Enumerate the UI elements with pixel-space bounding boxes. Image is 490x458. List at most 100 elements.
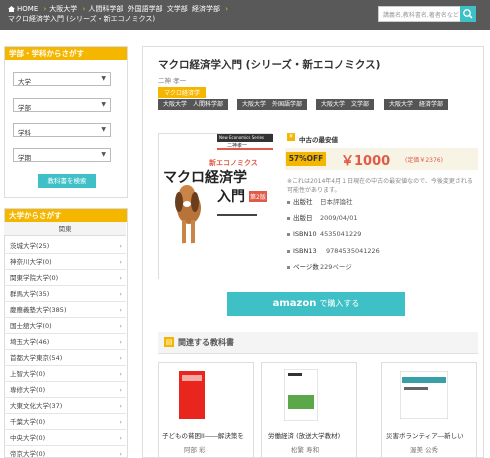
university-list-item[interactable]: 上智大学(0) ›: [4, 366, 126, 382]
spec-label: ISBN13: [293, 247, 317, 255]
university-name: 関東学院大学(0): [10, 274, 59, 282]
breadcrumb: HOME › 大阪大学 › 人間科学部 外国語学部 文学部 経済学部 › マクロ経済…: [8, 4, 368, 24]
university-list-item[interactable]: 中央大学(0) ›: [4, 430, 126, 446]
spec-label: 出版日: [293, 214, 313, 222]
university-name: 埼玉大学(46): [10, 338, 50, 346]
breadcrumb-faculty-3[interactable]: 文学部: [167, 5, 188, 13]
university-list-item[interactable]: 専修大学(0) ›: [4, 382, 126, 398]
price-note: ※これは2014年4月１日現在の中古の最安値なので、今後変更される可能性がありま…: [287, 178, 473, 194]
cheapest-label: 中古の最安値: [299, 136, 338, 144]
breadcrumb-faculty-1[interactable]: 人間科学部: [88, 5, 123, 13]
breadcrumb-faculty-4[interactable]: 経済学部: [192, 5, 220, 13]
filter-panel-title: 学部・学科からさがす: [5, 47, 127, 60]
breadcrumb-university[interactable]: 大阪大学: [49, 5, 77, 13]
university-list-item[interactable]: 慶應義塾大学(385) ›: [4, 302, 126, 318]
related-title: 関連する教科書: [178, 338, 234, 347]
university-list-item[interactable]: 千葉大学(0) ›: [4, 414, 126, 430]
breadcrumb-separator-icon: ›: [82, 5, 86, 13]
top-bar: HOME › 大阪大学 › 人間科学部 外国語学部 文学部 経済学部 › マクロ経済…: [0, 0, 490, 30]
price-icon: ¥: [287, 133, 295, 141]
course-tag[interactable]: 大阪大学 経済学部: [384, 99, 449, 110]
bullet-icon: [287, 201, 290, 204]
search-button[interactable]: [460, 6, 476, 22]
list-price: (定価￥2376): [405, 157, 443, 164]
chevron-right-icon: ›: [119, 274, 122, 282]
related-book-title[interactable]: 災害ボランティア―新しい: [386, 430, 464, 440]
spec-label: ページ数: [293, 263, 319, 271]
spec-value: 日本評論社: [320, 198, 353, 206]
university-list-item[interactable]: 群馬大学(35) ›: [4, 286, 126, 302]
university-select[interactable]: 大学 ▼: [13, 72, 111, 86]
bullet-icon: [287, 250, 290, 253]
book-author: 二神 孝一: [158, 77, 187, 85]
university-name: 上智大学(0): [10, 370, 46, 378]
chevron-right-icon: ›: [119, 258, 122, 266]
book-cover-image: [159, 134, 273, 280]
spec-label: ISBN10: [293, 230, 317, 238]
semester-select[interactable]: 学期 ▼: [13, 148, 111, 162]
related-book-title[interactable]: 労働経済 (放送大学教材): [268, 430, 340, 440]
university-list-item[interactable]: 茨城大学(25) ›: [4, 238, 126, 254]
cover-series: New Economics Series: [219, 135, 265, 140]
buy-on-amazon-button[interactable]: amazon で購入する: [227, 292, 405, 316]
cover-edition: 第2版: [249, 191, 267, 202]
related-book-title[interactable]: 子どもの貧困II――解決策を: [162, 430, 244, 440]
spec-label: 出版社: [293, 198, 313, 206]
cover-title-line1: マクロ経済学: [163, 170, 247, 186]
used-price: ￥1000: [341, 154, 391, 169]
university-list-item[interactable]: 神奈川大学(0) ›: [4, 254, 126, 270]
spec-value: 9784535041226: [326, 247, 380, 255]
chevron-right-icon: ›: [119, 386, 122, 394]
region-label-kanto: 関東: [4, 222, 126, 236]
chevron-right-icon: ›: [119, 338, 122, 346]
breadcrumb-separator-icon: ›: [43, 5, 47, 13]
course-tag[interactable]: 大阪大学 人間科学部: [158, 99, 229, 110]
page-title: マクロ経済学入門 (シリーズ・新エコノミクス): [158, 59, 381, 71]
breadcrumb-faculty-2[interactable]: 外国語学部: [128, 5, 163, 13]
chevron-right-icon: ›: [119, 434, 122, 442]
university-list-item[interactable]: 関東学院大学(0) ›: [4, 270, 126, 286]
chevron-right-icon: ›: [119, 370, 122, 378]
university-list-item[interactable]: 帝京大学(0) ›: [4, 446, 126, 458]
university-name: 首都大学東京(54): [10, 354, 63, 362]
university-list-item[interactable]: 埼玉大学(46) ›: [4, 334, 126, 350]
faculty-select-value: 学部: [18, 104, 31, 112]
chevron-right-icon: ›: [119, 402, 122, 410]
bullet-icon: [287, 217, 290, 220]
dropdown-arrow-icon: ▼: [101, 126, 106, 133]
university-name: 茨城大学(25): [10, 242, 50, 250]
course-tag[interactable]: 大阪大学 文学部: [316, 99, 375, 110]
dropdown-arrow-icon: ▼: [101, 151, 106, 158]
department-select[interactable]: 学科 ▼: [13, 123, 111, 137]
related-book-card[interactable]: [158, 362, 254, 458]
university-list-item[interactable]: 大東文化大学(37) ›: [4, 398, 126, 414]
university-list-item[interactable]: 国士舘大学(0) ›: [4, 318, 126, 334]
bullet-icon: [287, 266, 290, 269]
search-books-button[interactable]: 教科書を検索: [38, 174, 96, 188]
university-list-item[interactable]: 首都大学東京(54) ›: [4, 350, 126, 366]
course-tag[interactable]: 大阪大学 外国語学部: [237, 99, 308, 110]
chevron-right-icon: ›: [119, 450, 122, 458]
semester-select-value: 学期: [18, 154, 31, 162]
subject-tag[interactable]: マクロ経済学: [158, 87, 207, 98]
cover-title-line2: 入門: [217, 189, 245, 205]
chevron-right-icon: ›: [119, 242, 122, 250]
spec-value: 229ページ: [320, 263, 352, 271]
book-icon: ▤: [164, 337, 174, 347]
chevron-right-icon: ›: [119, 322, 122, 330]
related-book-author: 松繁 寿和: [291, 446, 320, 454]
cover-author: 二神孝一: [227, 143, 248, 149]
related-book-cover: [179, 371, 205, 419]
related-book-cover: [284, 369, 318, 421]
university-name: 群馬大学(35): [10, 290, 50, 298]
chevron-right-icon: ›: [119, 418, 122, 426]
faculty-select[interactable]: 学部 ▼: [13, 98, 111, 112]
book-cover: New Economics Series 二神孝一 新エコノミクス マクロ経済学…: [158, 133, 273, 280]
amazon-button-label: で購入する: [319, 299, 360, 308]
university-name: 帝京大学(0): [10, 450, 46, 458]
university-select-value: 大学: [18, 78, 31, 86]
breadcrumb-home[interactable]: HOME: [17, 5, 38, 13]
university-name: 中央大学(0): [10, 434, 46, 442]
university-name: 慶應義塾大学(385): [10, 306, 67, 314]
university-name: 神奈川大学(0): [10, 258, 52, 266]
